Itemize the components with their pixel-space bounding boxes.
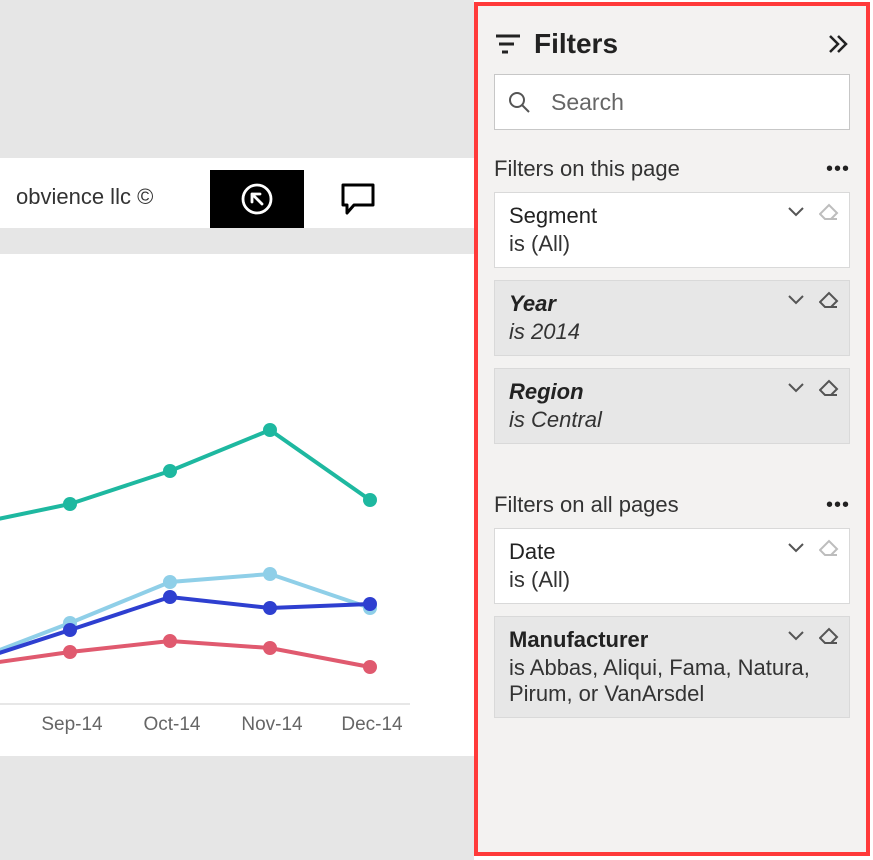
chevron-down-icon[interactable] [787, 542, 805, 554]
chevron-down-icon[interactable] [787, 630, 805, 642]
ribbon-area [0, 0, 474, 158]
filter-card-segment[interactable]: Segment is (All) [494, 192, 850, 268]
eraser-icon[interactable] [819, 291, 839, 309]
section-heading: Filters on all pages [494, 492, 679, 518]
copyright-text: obvience llc © [16, 184, 153, 210]
filter-card-region[interactable]: Region is Central [494, 368, 850, 444]
eraser-icon[interactable] [819, 379, 839, 397]
section-more-icon[interactable]: ••• [826, 494, 850, 517]
filter-icon [496, 33, 520, 55]
section-heading: Filters on this page [494, 156, 680, 182]
gap-strip [0, 228, 474, 254]
focus-mode-button[interactable] [210, 170, 304, 228]
filters-header: Filters [490, 6, 854, 74]
x-axis-tick: Dec-14 [327, 714, 417, 736]
chevron-down-icon[interactable] [787, 382, 805, 394]
filter-card-date[interactable]: Date is (All) [494, 528, 850, 604]
x-axis-tick: Oct-14 [127, 714, 217, 736]
search-icon [507, 90, 531, 114]
line-chart-panel[interactable]: Sep-14 Oct-14 Nov-14 Dec-14 [0, 254, 474, 756]
filters-on-this-page-section: Filters on this page ••• Segment is (All… [490, 156, 854, 444]
filter-value: is Abbas, Aliqui, Fama, Natura, Pirum, o… [509, 655, 835, 707]
arrow-circle-icon [238, 180, 276, 218]
collapse-pane-icon[interactable] [828, 34, 850, 54]
eraser-icon[interactable] [819, 627, 839, 645]
chevron-down-icon[interactable] [787, 294, 805, 306]
filter-card-manufacturer[interactable]: Manufacturer is Abbas, Aliqui, Fama, Nat… [494, 616, 850, 718]
filter-value: is (All) [509, 567, 835, 593]
filter-value: is (All) [509, 231, 835, 257]
chevron-down-icon[interactable] [787, 206, 805, 218]
x-axis-tick: Sep-14 [27, 714, 117, 736]
comment-button[interactable] [324, 170, 392, 228]
visual-header-strip: obvience llc © [0, 170, 399, 228]
eraser-icon[interactable] [819, 539, 839, 557]
filters-search[interactable] [494, 74, 850, 130]
filter-value: is Central [509, 407, 835, 433]
left-column: obvience llc © [0, 0, 474, 860]
comment-icon [340, 182, 376, 216]
filters-on-all-pages-section: Filters on all pages ••• Date is (All) M… [490, 492, 854, 718]
footer-area [0, 756, 474, 860]
filters-title: Filters [534, 28, 618, 60]
filter-card-year[interactable]: Year is 2014 [494, 280, 850, 356]
x-axis-tick: Nov-14 [227, 714, 317, 736]
eraser-icon[interactable] [819, 203, 839, 221]
section-more-icon[interactable]: ••• [826, 158, 850, 181]
search-input[interactable] [549, 88, 837, 117]
line-chart-svg [0, 254, 474, 756]
filter-value: is 2014 [509, 319, 835, 345]
filters-pane: Filters Filters on this page ••• Segment… [474, 2, 870, 856]
